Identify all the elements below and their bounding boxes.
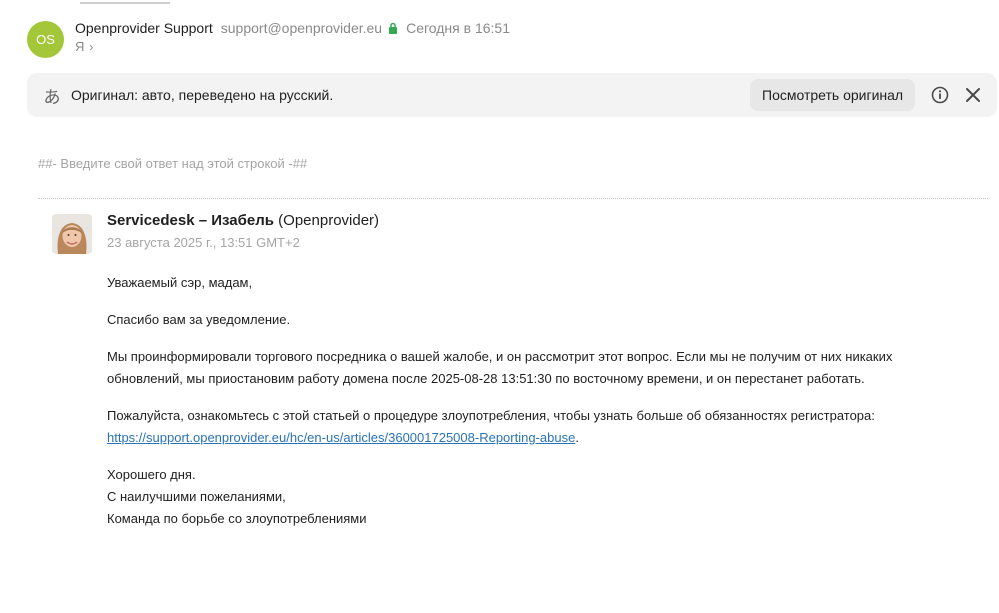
signature: Хорошего дня. С наилучшими пожеланиями, …: [107, 464, 967, 530]
article-link[interactable]: https://support.openprovider.eu/hc/en-us…: [107, 430, 575, 445]
quote-date: 23 августа 2025 г., 13:51 GMT+2: [107, 235, 300, 250]
sender-line: Openprovider Support support@openprovide…: [75, 20, 510, 36]
paragraph-info: Мы проинформировали торгового посредника…: [107, 349, 893, 386]
link-suffix: .: [575, 430, 579, 445]
team-line: Команда по борьбе со злоупотреблениями: [107, 511, 367, 526]
translate-icon: あ: [43, 87, 61, 107]
article-intro: Пожалуйста, ознакомьтесь с этой статьей …: [107, 408, 875, 423]
sender-name[interactable]: Openprovider Support: [75, 20, 213, 36]
translation-banner: あ Оригинал: авто, переведено на русский.…: [27, 73, 997, 117]
author-org: (Openprovider): [278, 212, 380, 229]
reply-marker: ##- Введите свой ответ над этой строкой …: [38, 156, 308, 171]
divider: [38, 198, 988, 199]
sender-avatar[interactable]: OS: [27, 21, 64, 58]
previous-message-edge: [80, 0, 170, 4]
closing-line: Хорошего дня.: [107, 467, 196, 482]
quote-author: Servicedesk – Изабель (Openprovider): [107, 212, 379, 229]
regards-line: С наилучшими пожеланиями,: [107, 489, 286, 504]
sender-email[interactable]: support@openprovider.eu: [221, 20, 382, 36]
sent-time: Сегодня в 16:51: [406, 20, 510, 36]
recipient-toggle[interactable]: Я ›: [75, 39, 93, 54]
lock-icon: [389, 22, 398, 34]
message-header: OS Openprovider Support support@openprov…: [27, 19, 967, 59]
chevron-right-icon: ›: [89, 39, 94, 54]
thanks-line: Спасибо вам за уведомление.: [107, 312, 291, 327]
author-name: Servicedesk – Изабель: [107, 212, 274, 229]
author-photo: [52, 214, 92, 254]
view-original-button[interactable]: Посмотреть оригинал: [750, 79, 916, 111]
close-icon[interactable]: [964, 86, 982, 104]
translation-status: Оригинал: авто, переведено на русский.: [71, 87, 334, 103]
recipient-label: Я: [75, 39, 85, 54]
message-body: Уважаемый сэр, мадам, Спасибо вам за уве…: [107, 272, 967, 545]
greeting: Уважаемый сэр, мадам,: [107, 275, 253, 290]
info-icon[interactable]: [931, 86, 949, 104]
paragraph-article: Пожалуйста, ознакомьтесь с этой статьей …: [107, 405, 967, 449]
